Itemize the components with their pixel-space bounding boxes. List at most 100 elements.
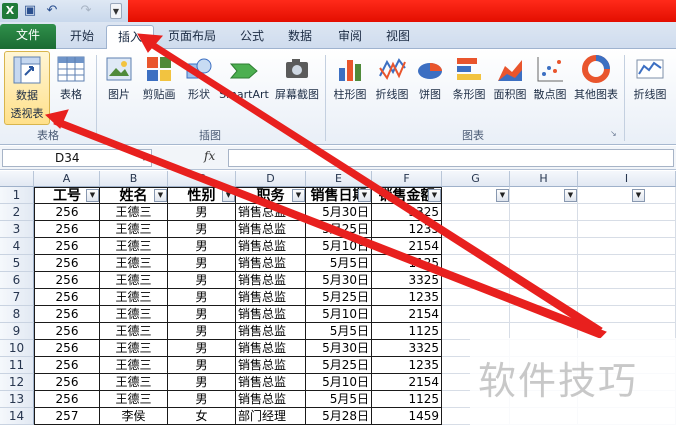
table-cell[interactable]: 256 <box>34 340 100 357</box>
table-cell[interactable]: 男 <box>168 374 236 391</box>
filter-dropdown-icon[interactable]: ▼ <box>632 189 645 202</box>
row-header[interactable]: 5 <box>0 255 34 272</box>
empty-cell[interactable] <box>578 289 676 306</box>
table-cell[interactable]: 1235 <box>372 357 442 374</box>
tab-review[interactable]: 审阅 <box>330 25 370 49</box>
undo-icon[interactable]: ↶ <box>44 3 60 19</box>
empty-cell[interactable] <box>578 306 676 323</box>
table-cell[interactable]: 256 <box>34 204 100 221</box>
column-header-C[interactable]: C <box>168 171 236 187</box>
row-header[interactable]: 11 <box>0 357 34 374</box>
table-cell[interactable]: 1125 <box>372 255 442 272</box>
table-cell[interactable]: 1459 <box>372 408 442 425</box>
row-header[interactable]: 10 <box>0 340 34 357</box>
empty-cell[interactable] <box>442 255 510 272</box>
empty-cell[interactable] <box>510 306 578 323</box>
table-cell[interactable]: 王德三 <box>100 391 168 408</box>
table-cell[interactable]: 男 <box>168 238 236 255</box>
other-chart-button[interactable]: 其他图表 <box>570 51 622 102</box>
row-header[interactable]: 8 <box>0 306 34 323</box>
row-header[interactable]: 9 <box>0 323 34 340</box>
table-cell[interactable]: 5月30日 <box>306 272 372 289</box>
name-box[interactable]: D34 ▼ <box>2 149 152 167</box>
table-cell[interactable]: 销售总监 <box>236 357 306 374</box>
table-cell[interactable]: 5月25日 <box>306 357 372 374</box>
table-cell[interactable]: 销售总监 <box>236 391 306 408</box>
row-header[interactable]: 7 <box>0 289 34 306</box>
tab-formulas[interactable]: 公式 <box>232 25 272 49</box>
table-cell[interactable]: 5月30日 <box>306 340 372 357</box>
filter-dropdown-icon[interactable]: ▼ <box>564 189 577 202</box>
empty-cell[interactable] <box>578 238 676 255</box>
table-cell[interactable]: 5月25日 <box>306 221 372 238</box>
table-cell[interactable]: 部门经理 <box>236 408 306 425</box>
table-cell[interactable]: 2154 <box>372 374 442 391</box>
smartart-button[interactable]: SmartArt <box>216 51 272 102</box>
table-cell[interactable]: 王德三 <box>100 272 168 289</box>
table-cell[interactable]: 王德三 <box>100 357 168 374</box>
table-cell[interactable]: 销售总监 <box>236 306 306 323</box>
table-cell[interactable]: 王德三 <box>100 221 168 238</box>
table-cell[interactable]: 256 <box>34 272 100 289</box>
table-cell[interactable]: 销售总监 <box>236 272 306 289</box>
tab-file[interactable]: 文件 <box>0 24 56 49</box>
customize-toolbar-icon[interactable]: ▼ <box>110 3 122 19</box>
table-cell[interactable]: 销售总监 <box>236 255 306 272</box>
filter-dropdown-icon[interactable]: ▼ <box>496 189 509 202</box>
table-cell[interactable]: 1125 <box>372 391 442 408</box>
table-cell[interactable]: 256 <box>34 306 100 323</box>
table-cell[interactable]: 女 <box>168 408 236 425</box>
table-button[interactable]: 表格 <box>54 51 88 102</box>
table-cell[interactable]: 男 <box>168 272 236 289</box>
table-cell[interactable]: 王德三 <box>100 323 168 340</box>
table-cell[interactable]: 王德三 <box>100 306 168 323</box>
picture-button[interactable]: 图片 <box>100 51 138 102</box>
table-cell[interactable]: 男 <box>168 289 236 306</box>
table-cell[interactable]: 销售总监 <box>236 340 306 357</box>
table-cell[interactable]: 1235 <box>372 221 442 238</box>
table-cell[interactable]: 王德三 <box>100 374 168 391</box>
table-cell[interactable]: 销售总监 <box>236 238 306 255</box>
table-cell[interactable]: 3325 <box>372 272 442 289</box>
table-cell[interactable]: 256 <box>34 289 100 306</box>
table-cell[interactable]: 5月10日 <box>306 238 372 255</box>
table-cell[interactable]: 1125 <box>372 323 442 340</box>
filter-dropdown-icon[interactable]: ▼ <box>292 189 305 202</box>
pivot-table-button[interactable]: 数据 透视表 <box>4 51 50 125</box>
tab-page-layout[interactable]: 页面布局 <box>160 25 224 49</box>
tab-insert[interactable]: 插入 <box>106 25 154 50</box>
empty-cell[interactable] <box>442 221 510 238</box>
select-all-corner[interactable] <box>0 171 34 187</box>
column-header-E[interactable]: E <box>306 171 372 187</box>
table-cell[interactable]: 5月5日 <box>306 255 372 272</box>
empty-cell[interactable] <box>442 306 510 323</box>
table-cell[interactable]: 2154 <box>372 238 442 255</box>
tab-data[interactable]: 数据 <box>280 25 320 49</box>
table-cell[interactable]: 男 <box>168 221 236 238</box>
pie-chart-button[interactable]: 饼图 <box>412 51 448 102</box>
filter-dropdown-icon[interactable]: ▼ <box>154 189 167 202</box>
column-header-D[interactable]: D <box>236 171 306 187</box>
formula-input[interactable] <box>228 149 674 167</box>
table-cell[interactable]: 男 <box>168 357 236 374</box>
table-cell[interactable]: 3325 <box>372 204 442 221</box>
row-header[interactable]: 4 <box>0 238 34 255</box>
row-header[interactable]: 13 <box>0 391 34 408</box>
empty-cell[interactable] <box>442 204 510 221</box>
table-cell[interactable]: 5月10日 <box>306 374 372 391</box>
table-cell[interactable]: 王德三 <box>100 238 168 255</box>
table-cell[interactable]: 5月10日 <box>306 306 372 323</box>
area-chart-button[interactable]: 面积图 <box>490 51 530 102</box>
tab-home[interactable]: 开始 <box>60 25 104 49</box>
empty-cell[interactable] <box>578 272 676 289</box>
table-cell[interactable]: 256 <box>34 221 100 238</box>
insert-function-icon[interactable]: fx <box>204 149 215 163</box>
table-cell[interactable]: 男 <box>168 204 236 221</box>
shapes-button[interactable]: 形状 <box>182 51 216 102</box>
empty-cell[interactable] <box>578 187 676 204</box>
empty-cell[interactable] <box>442 289 510 306</box>
table-cell[interactable]: 销售总监 <box>236 289 306 306</box>
table-cell[interactable]: 销售总监 <box>236 323 306 340</box>
table-cell[interactable]: 256 <box>34 391 100 408</box>
table-cell[interactable]: 男 <box>168 306 236 323</box>
